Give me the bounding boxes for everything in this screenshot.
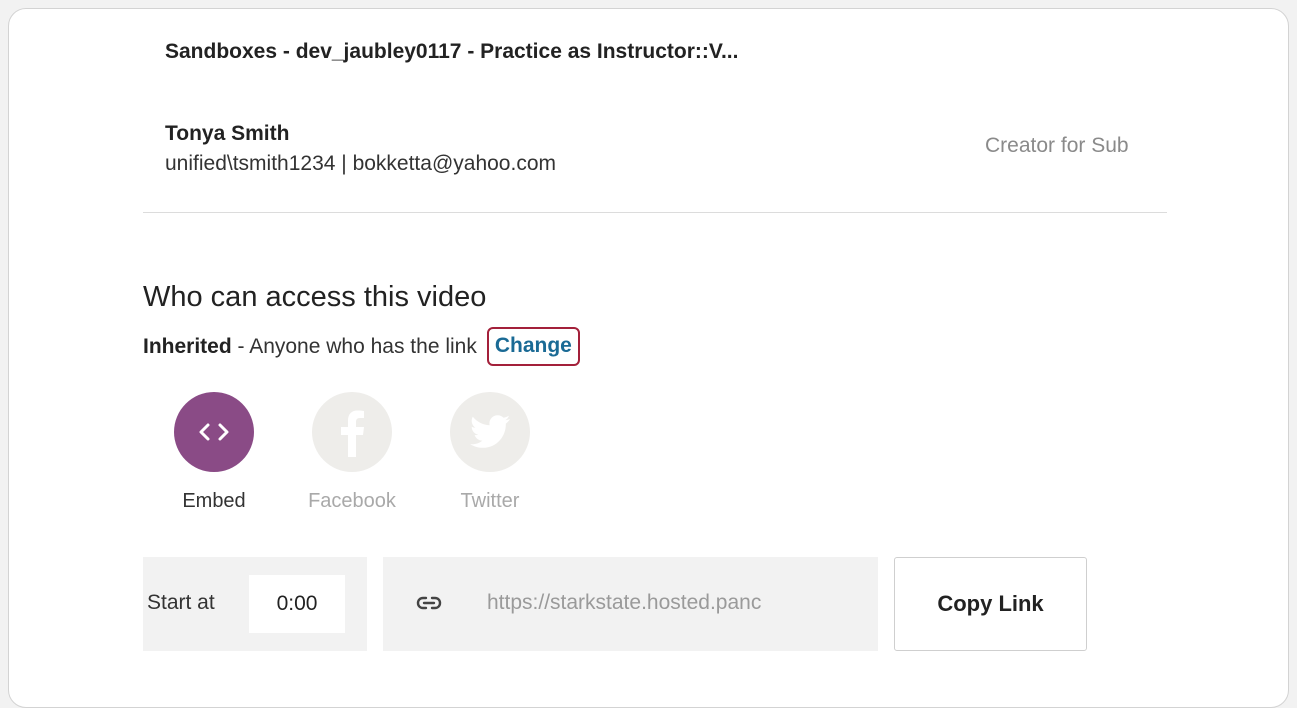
- start-at-container: Start at: [143, 557, 367, 651]
- share-option-facebook[interactable]: Facebook: [302, 392, 402, 513]
- access-heading: Who can access this video: [143, 281, 487, 313]
- link-icon: [416, 596, 442, 610]
- access-summary: Inherited - Anyone who has the link Chan…: [143, 327, 580, 366]
- start-at-label: Start at: [147, 591, 215, 614]
- share-dialog-panel: Sandboxes - dev_jaubley0117 - Practice a…: [8, 8, 1289, 708]
- embed-button[interactable]: [174, 392, 254, 472]
- section-divider: [143, 212, 1167, 213]
- facebook-label: Facebook: [308, 490, 396, 512]
- facebook-button[interactable]: [312, 392, 392, 472]
- access-mode: Inherited: [143, 334, 232, 358]
- twitter-icon: [470, 415, 510, 448]
- twitter-label: Twitter: [460, 490, 520, 512]
- owner-role: Creator for Sub: [985, 134, 1129, 157]
- share-link-url[interactable]: https://starkstate.hosted.panc: [487, 591, 853, 615]
- embed-label: Embed: [182, 490, 246, 512]
- change-access-link[interactable]: Change: [486, 327, 580, 366]
- share-link-field[interactable]: https://starkstate.hosted.panc: [383, 557, 878, 651]
- twitter-button[interactable]: [450, 392, 530, 472]
- folder-title: Sandboxes - dev_jaubley0117 - Practice a…: [165, 40, 739, 63]
- facebook-icon: [341, 410, 364, 457]
- share-option-embed[interactable]: Embed: [164, 392, 264, 513]
- embed-code-icon: [199, 423, 229, 441]
- access-description: - Anyone who has the link: [231, 334, 477, 358]
- share-option-twitter[interactable]: Twitter: [440, 392, 540, 513]
- owner-details: unified\tsmith1234 | bokketta@yahoo.com: [165, 152, 556, 175]
- start-time-input[interactable]: [249, 575, 345, 633]
- owner-name: Tonya Smith: [165, 122, 290, 145]
- copy-link-button[interactable]: Copy Link: [894, 557, 1087, 651]
